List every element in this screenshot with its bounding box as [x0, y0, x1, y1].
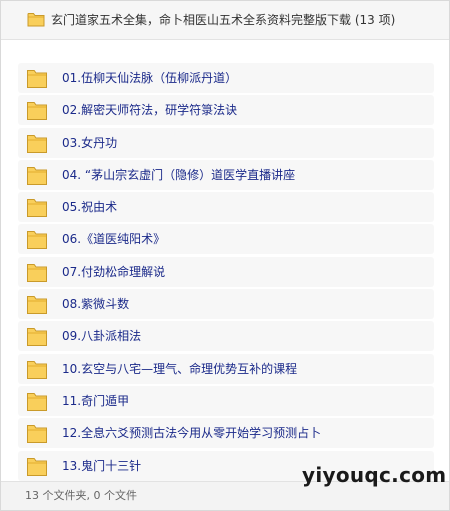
folder-list-item[interactable]: 01.伍柳天仙法脉（伍柳派丹道） — [18, 63, 434, 93]
folder-list-item[interactable]: 09.八卦派相法 — [18, 321, 434, 352]
folder-name: 08.紫微斗数 — [62, 297, 130, 312]
file-browser-window: 玄门道家五术全集，命卜相医山五术全系资料完整版下载 (13 项) 01.伍柳天仙… — [0, 0, 450, 511]
folder-icon — [26, 132, 48, 158]
folder-list-item[interactable]: 11.奇门遁甲 — [18, 385, 434, 416]
folder-icon — [26, 196, 48, 222]
folder-icon — [27, 11, 45, 31]
folder-name: 01.伍柳天仙法脉（伍柳派丹道） — [62, 71, 238, 85]
folder-list-item[interactable]: 10.玄空与八宅—理气、命理优势互补的课程 — [18, 353, 434, 384]
folder-title: 玄门道家五术全集，命卜相医山五术全系资料完整版下载 (13 项) — [51, 13, 396, 27]
folder-list-item[interactable]: 07.付劲松命理解说 — [18, 256, 434, 287]
folder-icon — [26, 67, 48, 93]
folder-list-item[interactable]: 05.祝由术 — [18, 192, 434, 223]
folder-icon — [26, 455, 48, 481]
folder-icon — [26, 293, 48, 319]
folder-list-item[interactable]: 12.全息六爻预测古法今用从零开始学习预测占卜 — [18, 418, 434, 449]
folder-icon — [26, 422, 48, 448]
folder-list-item[interactable]: 03.女丹功 — [18, 127, 434, 158]
folder-icon — [26, 358, 48, 384]
folder-icon — [26, 228, 48, 254]
folder-list-item[interactable]: 04. “茅山宗玄虚门（隐修）道医学直播讲座 — [18, 159, 434, 190]
folder-name: 10.玄空与八宅—理气、命理优势互补的课程 — [62, 361, 298, 376]
folder-icon — [26, 325, 48, 351]
folder-list-item[interactable]: 08.紫微斗数 — [18, 289, 434, 320]
folder-header: 玄门道家五术全集，命卜相医山五术全系资料完整版下载 (13 项) — [1, 1, 449, 40]
folder-name: 09.八卦派相法 — [62, 329, 142, 344]
folder-name: 12.全息六爻预测古法今用从零开始学习预测占卜 — [62, 426, 322, 441]
folder-icon — [26, 164, 48, 190]
folder-name: 05.祝由术 — [62, 200, 118, 215]
folder-icon — [26, 261, 48, 287]
watermark: yiyouqc.com — [302, 463, 447, 487]
folder-name: 07.付劲松命理解说 — [62, 264, 166, 279]
folder-list: 01.伍柳天仙法脉（伍柳派丹道） 02.解密天师符法，研学符箓法诀 03.女丹功 04… — [18, 63, 434, 483]
folder-name: 06.《道医纯阳术》 — [62, 232, 166, 247]
folder-name: 03.女丹功 — [62, 135, 118, 150]
folder-list-item[interactable]: 06.《道医纯阳术》 — [18, 224, 434, 255]
folder-icon — [26, 390, 48, 416]
folder-name: 02.解密天师符法，研学符箓法诀 — [62, 103, 238, 118]
folder-list-item[interactable]: 02.解密天师符法，研学符箓法诀 — [18, 95, 434, 126]
folder-icon — [26, 99, 48, 125]
folder-name: 11.奇门遁甲 — [62, 393, 130, 408]
item-count-status: 13 个文件夹, 0 个文件 — [25, 489, 137, 502]
folder-name: 13.鬼门十三针 — [62, 458, 142, 473]
folder-name: 04. “茅山宗玄虚门（隐修）道医学直播讲座 — [62, 167, 296, 182]
